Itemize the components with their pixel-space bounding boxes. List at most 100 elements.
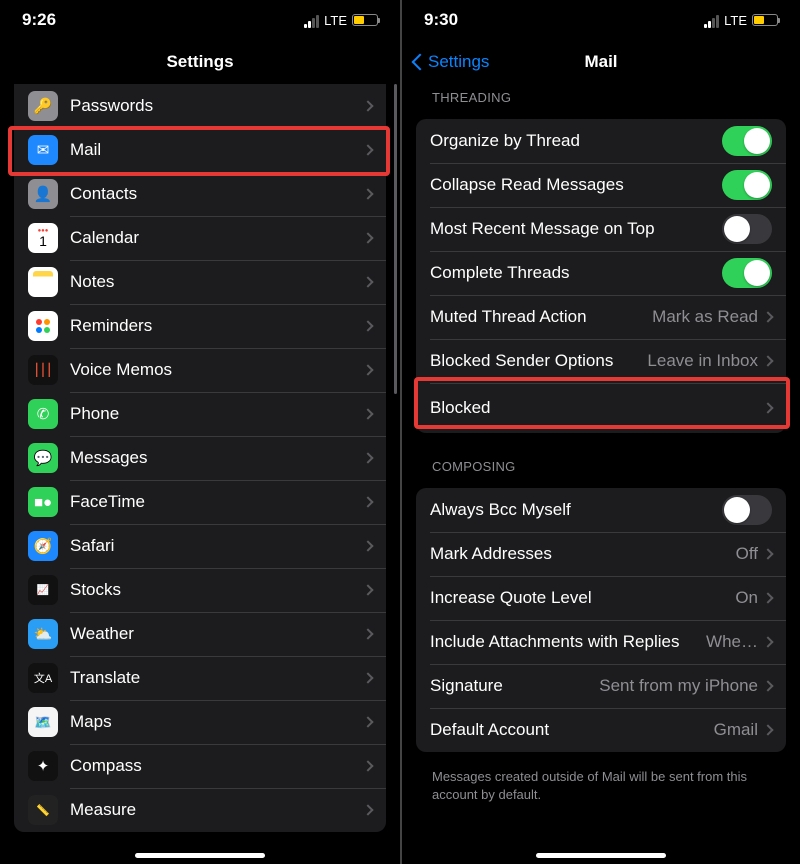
row-label: Messages: [70, 448, 364, 468]
row-label: Safari: [70, 536, 364, 556]
row-label: Calendar: [70, 228, 364, 248]
row-label: Measure: [70, 800, 364, 820]
chevron-right-icon: [362, 496, 373, 507]
row-detail: On: [735, 588, 758, 608]
row-label: Blocked: [430, 398, 764, 418]
maps-icon: 🗺️: [28, 707, 58, 737]
safari-icon: 🧭: [28, 531, 58, 561]
row-safari[interactable]: 🧭 Safari: [14, 524, 386, 568]
toggle-always-bcc[interactable]: [722, 495, 772, 525]
row-label: Mail: [70, 140, 364, 160]
row-detail: Off: [736, 544, 758, 564]
row-label: Notes: [70, 272, 364, 292]
battery-icon: [752, 14, 778, 26]
row-collapse-read[interactable]: Collapse Read Messages: [416, 163, 786, 207]
page-title: Mail: [584, 52, 617, 72]
chevron-right-icon: [762, 724, 773, 735]
chevron-right-icon: [362, 364, 373, 375]
phone-icon: ✆: [28, 399, 58, 429]
row-weather[interactable]: ⛅ Weather: [14, 612, 386, 656]
row-label: Stocks: [70, 580, 364, 600]
section-header-threading: THREADING: [402, 84, 800, 111]
row-organize-by-thread[interactable]: Organize by Thread: [416, 119, 786, 163]
row-notes[interactable]: Notes: [14, 260, 386, 304]
toggle-organize-by-thread[interactable]: [722, 126, 772, 156]
mail-icon: ✉︎: [28, 135, 58, 165]
toggle-complete-threads[interactable]: [722, 258, 772, 288]
row-voice-memos[interactable]: ⎮⎮⎮ Voice Memos: [14, 348, 386, 392]
mail-settings-list[interactable]: THREADING Organize by Thread Collapse Re…: [402, 84, 800, 854]
status-right: LTE: [703, 13, 778, 28]
home-indicator[interactable]: [135, 853, 265, 858]
chevron-right-icon: [762, 592, 773, 603]
battery-icon: [352, 14, 378, 26]
row-messages[interactable]: 💬 Messages: [14, 436, 386, 480]
row-label: Translate: [70, 668, 364, 688]
row-stocks[interactable]: 📈 Stocks: [14, 568, 386, 612]
home-indicator[interactable]: [536, 853, 666, 858]
chevron-right-icon: [362, 672, 373, 683]
network-label: LTE: [324, 13, 347, 28]
chevron-right-icon: [362, 804, 373, 815]
nav-bar: Settings Mail: [402, 40, 800, 84]
compass-icon: ✦: [28, 751, 58, 781]
row-reminders[interactable]: Reminders: [14, 304, 386, 348]
nav-bar: Settings: [0, 40, 400, 84]
toggle-most-recent-top[interactable]: [722, 214, 772, 244]
chevron-right-icon: [362, 232, 373, 243]
row-measure[interactable]: 📏 Measure: [14, 788, 386, 832]
chevron-right-icon: [762, 355, 773, 366]
row-blocked-sender-options[interactable]: Blocked Sender Options Leave in Inbox: [416, 339, 786, 383]
row-translate[interactable]: 文A Translate: [14, 656, 386, 700]
row-default-account[interactable]: Default Account Gmail: [416, 708, 786, 752]
row-facetime[interactable]: ■● FaceTime: [14, 480, 386, 524]
settings-group: 🔑 Passwords ✉︎ Mail 👤 Contacts ●●●1 Cale…: [14, 84, 386, 832]
row-label: Phone: [70, 404, 364, 424]
row-label: Default Account: [430, 720, 714, 740]
row-label: Compass: [70, 756, 364, 776]
chevron-right-icon: [762, 636, 773, 647]
chevron-right-icon: [762, 548, 773, 559]
row-complete-threads[interactable]: Complete Threads: [416, 251, 786, 295]
signal-icon: [303, 13, 319, 28]
row-mark-addresses[interactable]: Mark Addresses Off: [416, 532, 786, 576]
row-include-attachments[interactable]: Include Attachments with Replies Whe…: [416, 620, 786, 664]
row-compass[interactable]: ✦ Compass: [14, 744, 386, 788]
settings-screen: 9:26 LTE Settings 🔑 Passwords ✉︎ Mail 👤 …: [0, 0, 400, 864]
mail-settings-screen: 9:30 LTE Settings Mail THREADING Organiz…: [400, 0, 800, 864]
row-maps[interactable]: 🗺️ Maps: [14, 700, 386, 744]
translate-icon: 文A: [28, 663, 58, 693]
chevron-right-icon: [762, 311, 773, 322]
page-title: Settings: [166, 52, 233, 72]
settings-list[interactable]: 🔑 Passwords ✉︎ Mail 👤 Contacts ●●●1 Cale…: [0, 84, 400, 854]
toggle-collapse-read[interactable]: [722, 170, 772, 200]
stocks-icon: 📈: [28, 575, 58, 605]
row-increase-quote[interactable]: Increase Quote Level On: [416, 576, 786, 620]
row-label: Increase Quote Level: [430, 588, 735, 608]
scroll-indicator: [394, 84, 397, 394]
chevron-right-icon: [762, 402, 773, 413]
row-always-bcc[interactable]: Always Bcc Myself: [416, 488, 786, 532]
row-calendar[interactable]: ●●●1 Calendar: [14, 216, 386, 260]
row-detail: Leave in Inbox: [647, 351, 758, 371]
row-muted-thread-action[interactable]: Muted Thread Action Mark as Read: [416, 295, 786, 339]
row-label: Signature: [430, 676, 599, 696]
row-label: FaceTime: [70, 492, 364, 512]
chevron-right-icon: [362, 320, 373, 331]
row-label: Maps: [70, 712, 364, 732]
row-blocked[interactable]: Blocked: [416, 383, 786, 433]
row-mail[interactable]: ✉︎ Mail: [14, 128, 386, 172]
voice-memos-icon: ⎮⎮⎮: [28, 355, 58, 385]
back-button[interactable]: Settings: [414, 52, 489, 72]
row-most-recent-top[interactable]: Most Recent Message on Top: [416, 207, 786, 251]
chevron-right-icon: [362, 276, 373, 287]
row-passwords[interactable]: 🔑 Passwords: [14, 84, 386, 128]
row-label: Include Attachments with Replies: [430, 632, 706, 652]
status-time: 9:30: [424, 10, 458, 30]
row-detail: Gmail: [714, 720, 758, 740]
row-contacts[interactable]: 👤 Contacts: [14, 172, 386, 216]
row-phone[interactable]: ✆ Phone: [14, 392, 386, 436]
status-bar: 9:30 LTE: [402, 0, 800, 40]
row-detail: Whe…: [706, 632, 758, 652]
row-signature[interactable]: Signature Sent from my iPhone: [416, 664, 786, 708]
